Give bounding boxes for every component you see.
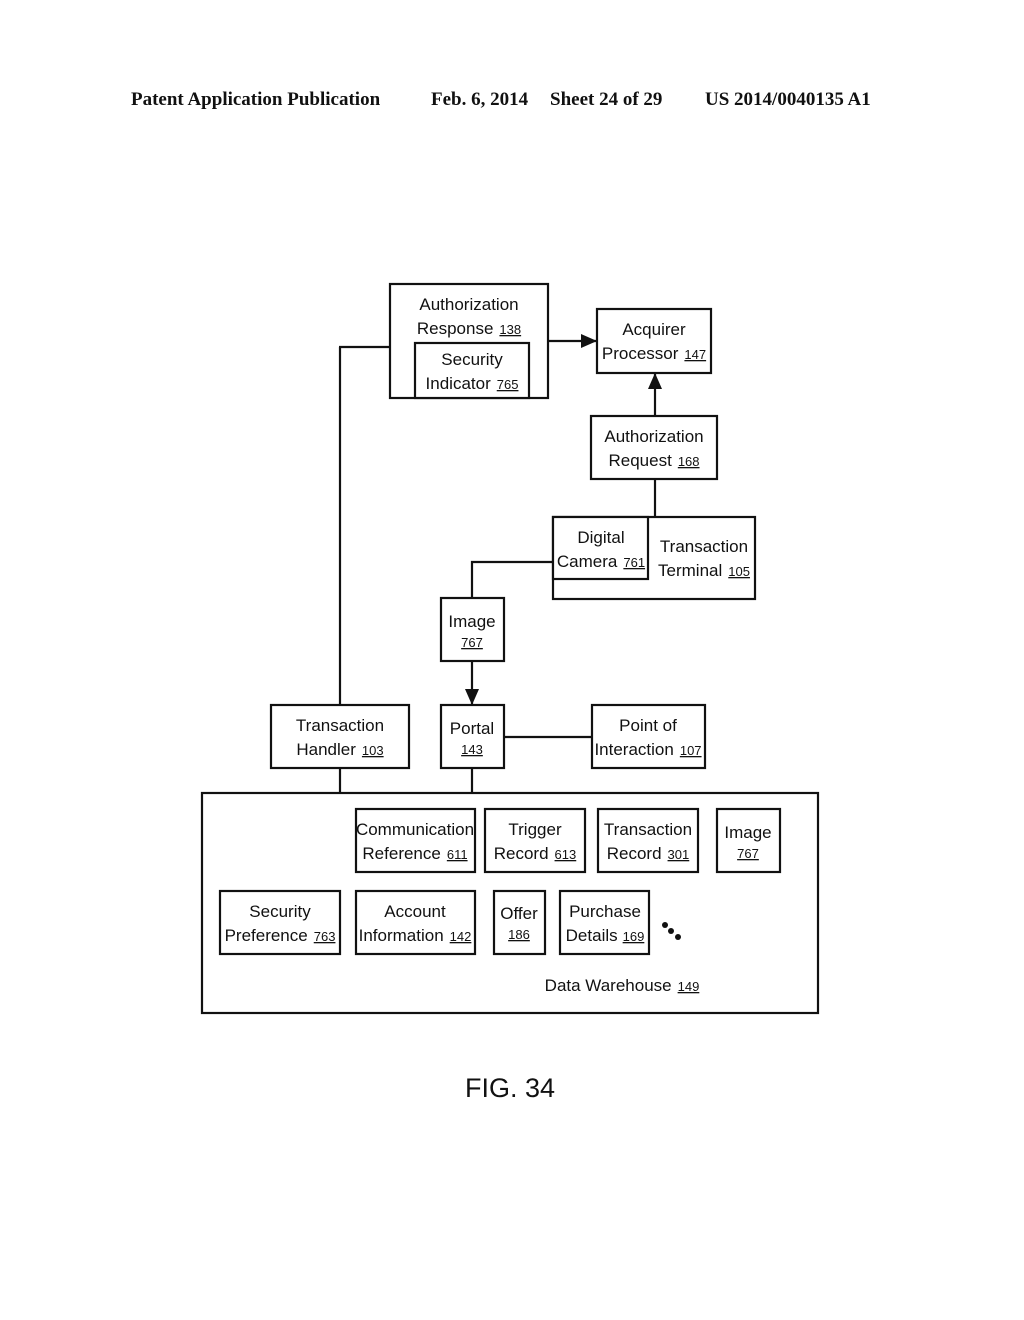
reference-number: 611	[447, 847, 468, 862]
reference-number: 761	[623, 555, 645, 570]
label: Offer	[500, 904, 538, 923]
label: Acquirer	[622, 320, 686, 339]
label: Information	[359, 926, 444, 945]
label: Handler	[296, 740, 356, 759]
reference-number: 168	[678, 454, 700, 469]
svg-text:Processor147: Processor 147	[602, 344, 706, 363]
label: Transaction	[296, 716, 384, 735]
label: Authorization	[604, 427, 703, 446]
reference-number: 103	[362, 743, 384, 758]
node-trigger-record: Trigger Record 613	[483, 807, 587, 874]
node-account-information: Account Information 142	[354, 889, 477, 956]
reference-number: 767	[737, 846, 759, 861]
reference-number: 186	[508, 927, 530, 942]
node-image-767: Image 767	[439, 596, 506, 663]
node-transaction-handler: Transaction Handler 103	[269, 703, 411, 770]
label: Interaction	[594, 740, 673, 759]
label: Terminal	[658, 561, 722, 580]
node-portal: Portal 143	[439, 703, 506, 770]
node-point-of-interaction: Point of Interaction 107	[590, 703, 707, 770]
reference-number: 138	[499, 322, 521, 337]
label: Response	[417, 319, 494, 338]
label: Image	[724, 823, 771, 842]
label: Communication	[356, 820, 474, 839]
node-security-indicator: Security Indicator 765	[413, 341, 531, 400]
node-image-767-warehouse: Image 767	[715, 807, 782, 874]
reference-number: 613	[555, 847, 577, 862]
svg-text:Interaction107: Interaction 107	[594, 740, 701, 759]
label: Account	[384, 902, 446, 921]
reference-number: 763	[314, 929, 336, 944]
reference-number: 142	[450, 929, 472, 944]
svg-text:Information142: Information 142	[359, 926, 472, 945]
node-digital-camera: Digital Camera 761	[551, 515, 650, 581]
svg-text:Record301: Record 301	[607, 844, 690, 863]
figure-label: FIG. 34	[465, 1073, 555, 1103]
reference-number: 169	[623, 929, 645, 944]
reference-number: 143	[461, 742, 483, 757]
label: Indicator	[426, 374, 492, 393]
label: Portal	[450, 719, 494, 738]
reference-number: 301	[668, 847, 690, 862]
reference-number: 765	[497, 377, 519, 392]
label: Camera	[557, 552, 618, 571]
label: Transaction	[604, 820, 692, 839]
label: Reference	[362, 844, 440, 863]
svg-text:Request168: Request 168	[608, 451, 699, 470]
diagram: Authorization Response 138 Security Indic…	[200, 282, 820, 1103]
label: Security	[441, 350, 503, 369]
reference-number: 767	[461, 635, 483, 650]
label: Authorization	[419, 295, 518, 314]
label: Record	[494, 844, 549, 863]
label: Image	[448, 612, 495, 631]
node-security-preference: Security Preference 763	[218, 889, 342, 956]
svg-text:Camera761: Camera 761	[557, 552, 645, 571]
label: Data Warehouse	[545, 976, 672, 995]
label: Transaction	[660, 537, 748, 556]
svg-text:Reference611: Reference 611	[362, 844, 467, 863]
label: Processor	[602, 344, 679, 363]
reference-number: 107	[680, 743, 702, 758]
label: Trigger	[508, 820, 562, 839]
svg-text:Preference763: Preference 763	[225, 926, 336, 945]
label: Security	[249, 902, 311, 921]
svg-text:Indicator765: Indicator 765	[426, 374, 519, 393]
svg-text:Terminal105: Terminal 105	[658, 561, 750, 580]
svg-text:Details169: Details 169	[566, 926, 645, 945]
label: Digital	[577, 528, 624, 547]
node-purchase-details: Purchase Details 169	[558, 889, 651, 956]
connector-camera-to-image	[470, 560, 553, 598]
node-transaction-record: Transaction Record 301	[596, 807, 700, 874]
label: Request	[608, 451, 672, 470]
label: Details	[566, 926, 618, 945]
node-authorization-request: Authorization Request 168	[589, 414, 719, 481]
label: Record	[607, 844, 662, 863]
node-communication-reference: Communication Reference 611	[354, 807, 477, 874]
svg-text:Handler103: Handler 103	[296, 740, 383, 759]
label: Point of	[619, 716, 677, 735]
reference-number: 105	[728, 564, 750, 579]
label: Purchase	[569, 902, 641, 921]
label: Preference	[225, 926, 308, 945]
node-acquirer-processor: Acquirer Processor 147	[595, 307, 713, 375]
reference-number: 147	[684, 347, 706, 362]
svg-text:Response138: Response 138	[417, 319, 521, 338]
node-offer: Offer 186	[492, 889, 547, 956]
svg-text:Record613: Record 613	[494, 844, 577, 863]
reference-number: 149	[678, 979, 700, 994]
